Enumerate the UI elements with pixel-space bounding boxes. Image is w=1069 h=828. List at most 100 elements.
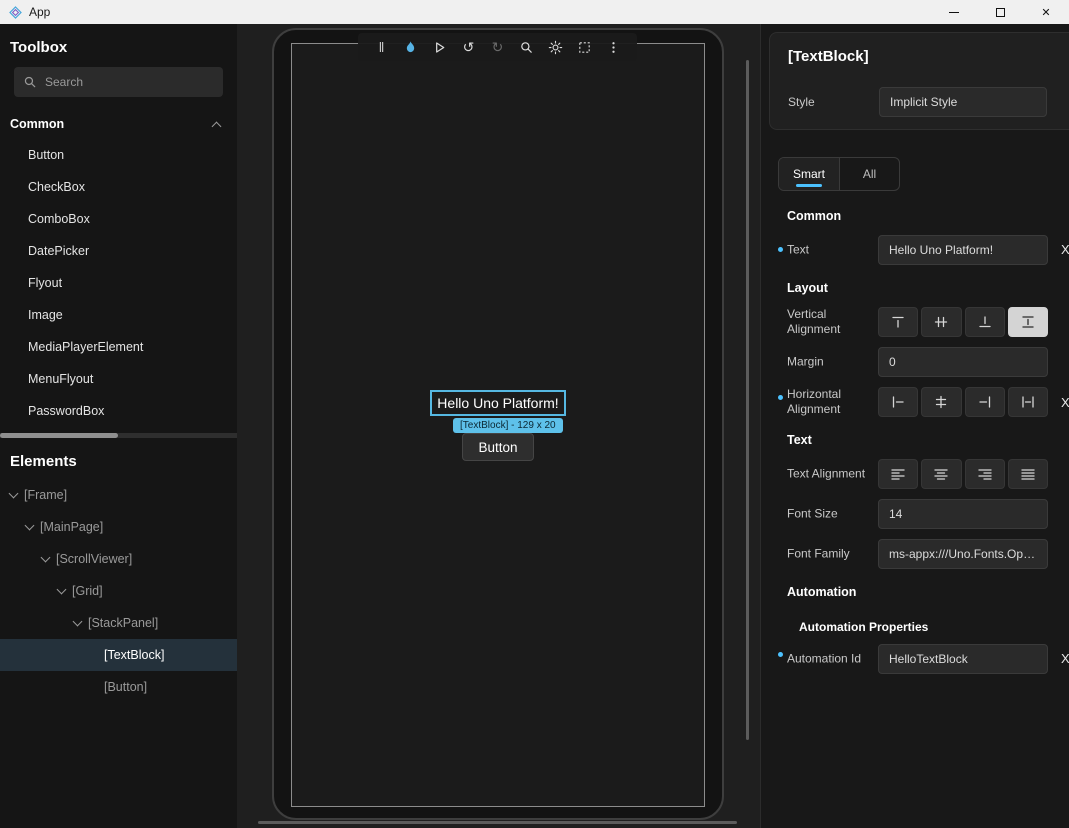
align-horizontal-stretch-button[interactable] [1008, 387, 1048, 417]
active-tab-underline [796, 184, 822, 187]
text-input[interactable] [878, 235, 1048, 265]
undo-button[interactable]: ↺ [454, 33, 483, 61]
canvas-horizontal-scrollbar[interactable] [258, 821, 737, 824]
selected-element-title: [TextBlock] [788, 48, 869, 65]
bind-marker-icon[interactable]: X [1061, 242, 1069, 257]
tree-item-label: [StackPanel] [88, 616, 158, 630]
toolbox-item-mediaplayerelement[interactable]: MediaPlayerElement [0, 331, 237, 363]
tree-item-button[interactable]: [Button] [0, 671, 237, 703]
margin-input[interactable] [878, 347, 1048, 377]
properties-panel: [TextBlock] Style Smart All Common Text … [760, 24, 1069, 828]
align-top-button[interactable] [878, 307, 918, 337]
chevron-down-icon [73, 617, 83, 627]
properties-tabs: Smart All [778, 157, 900, 191]
app-window: App ✕ Toolbox Common Button CheckBox Com… [0, 0, 1069, 828]
style-label: Style [788, 95, 815, 109]
inspect-element-icon[interactable] [512, 33, 541, 61]
toolbox-title: Toolbox [0, 24, 237, 65]
designer-toolbar: ‖ ↺ ↻ [358, 33, 637, 61]
tree-item-stackpanel[interactable]: [StackPanel] [0, 607, 237, 639]
canvas-vertical-scrollbar[interactable] [746, 60, 749, 740]
tree-item-label: [Grid] [72, 584, 103, 598]
play-button[interactable] [425, 33, 454, 61]
minimize-button[interactable] [931, 0, 977, 24]
elements-title: Elements [0, 438, 237, 479]
redo-button[interactable]: ↻ [483, 33, 512, 61]
align-left-button[interactable] [878, 387, 918, 417]
font-size-input[interactable] [878, 499, 1048, 529]
font-size-label: Font Size [787, 507, 871, 522]
tree-item-grid[interactable]: [Grid] [0, 575, 237, 607]
text-align-right-button[interactable] [965, 459, 1005, 489]
text-align-center-button[interactable] [921, 459, 961, 489]
vertical-alignment-label: Vertical Alignment [787, 307, 871, 337]
toolbox-search[interactable] [14, 67, 223, 97]
style-input[interactable] [879, 87, 1047, 117]
automation-id-input[interactable] [878, 644, 1048, 674]
toolbox-item-image[interactable]: Image [0, 299, 237, 331]
property-row-vertical-alignment: Vertical Alignment [779, 307, 1057, 337]
tab-all[interactable]: All [839, 158, 899, 190]
selection-size-badge: [TextBlock] - 129 x 20 [453, 418, 563, 433]
chevron-down-icon [9, 489, 19, 499]
app-title: App [29, 5, 50, 19]
font-family-input[interactable] [878, 539, 1048, 569]
tree-item-label: [ScrollViewer] [56, 552, 132, 566]
toolbox-item-flyout[interactable]: Flyout [0, 267, 237, 299]
text-align-justify-button[interactable] [1008, 459, 1048, 489]
close-button[interactable]: ✕ [1023, 0, 1069, 24]
toolbox-item-menuflyout[interactable]: MenuFlyout [0, 363, 237, 395]
chevron-down-icon [25, 521, 35, 531]
section-automation: Automation [787, 585, 856, 599]
text-label: Text [787, 243, 871, 258]
maximize-button[interactable] [977, 0, 1023, 24]
align-bottom-button[interactable] [965, 307, 1005, 337]
bind-marker-icon[interactable]: X [1061, 395, 1069, 410]
tree-item-textblock[interactable]: [TextBlock] [0, 639, 237, 671]
toolbox-section-common[interactable]: Common [0, 109, 237, 139]
tab-smart[interactable]: Smart [779, 158, 839, 190]
more-options-icon[interactable] [599, 33, 628, 61]
property-row-margin: Margin [779, 347, 1057, 377]
align-right-button[interactable] [965, 387, 1005, 417]
frame-bounds-icon[interactable] [570, 33, 599, 61]
tree-item-frame[interactable]: [Frame] [0, 479, 237, 511]
toolbox-item-button[interactable]: Button [0, 139, 237, 171]
chevron-down-icon [41, 553, 51, 563]
tab-label: Smart [793, 167, 825, 181]
app-logo-icon [9, 6, 22, 19]
horizontal-alignment-options [878, 387, 1048, 417]
tree-item-scrollviewer[interactable]: [ScrollViewer] [0, 543, 237, 575]
toolbox-item-passwordbox[interactable]: PasswordBox [0, 395, 237, 427]
property-row-text: Text [779, 235, 1057, 265]
align-vertical-stretch-button[interactable] [1008, 307, 1048, 337]
toolbox-horizontal-scrollbar[interactable] [0, 433, 237, 438]
hot-design-flame-icon[interactable] [396, 33, 425, 61]
canvas-button[interactable]: Button [462, 433, 534, 461]
textblock-text: Hello Uno Platform! [437, 395, 558, 411]
property-row-text-alignment: Text Alignment [779, 459, 1057, 489]
text-align-left-button[interactable] [878, 459, 918, 489]
search-input[interactable] [45, 75, 214, 89]
margin-label: Margin [787, 355, 871, 370]
theme-toggle-icon[interactable] [541, 33, 570, 61]
property-row-font-size: Font Size [779, 499, 1057, 529]
modified-indicator [778, 395, 783, 400]
property-row-automation-id: Automation Id [779, 644, 1057, 674]
tree-item-label: [Frame] [24, 488, 67, 502]
modified-indicator [778, 652, 783, 657]
align-vertical-center-button[interactable] [921, 307, 961, 337]
toolbox-item-checkbox[interactable]: CheckBox [0, 171, 237, 203]
chevron-up-icon [212, 121, 222, 131]
vertical-alignment-options [878, 307, 1048, 337]
tree-item-mainpage[interactable]: [MainPage] [0, 511, 237, 543]
align-horizontal-center-button[interactable] [921, 387, 961, 417]
toolbox-item-combobox[interactable]: ComboBox [0, 203, 237, 235]
toolbox-item-datepicker[interactable]: DatePicker [0, 235, 237, 267]
selected-textblock[interactable]: Hello Uno Platform! [430, 390, 566, 416]
drag-handle-icon[interactable]: ‖ [367, 33, 396, 61]
bind-marker-icon[interactable]: X [1061, 651, 1069, 666]
section-layout: Layout [787, 281, 828, 295]
search-icon [23, 75, 37, 89]
property-row-horizontal-alignment: Horizontal Alignment [779, 387, 1057, 417]
